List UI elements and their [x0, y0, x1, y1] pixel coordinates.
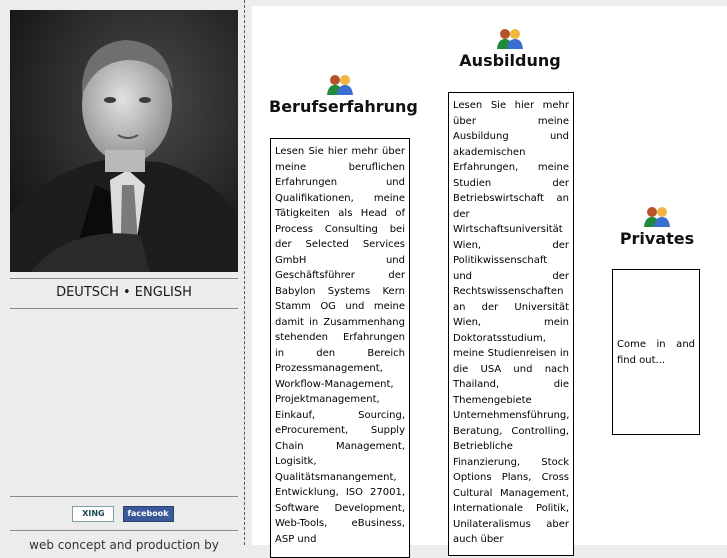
berufserfahrung-text: Lesen Sie hier mehr über meine beruflich… [270, 138, 410, 558]
language-links[interactable]: DEUTSCH • ENGLISH [10, 285, 238, 300]
people-icon [644, 207, 670, 227]
main-content: Berufserfahrung Lesen Sie hier mehr über… [252, 6, 727, 558]
people-icon [497, 29, 523, 49]
section-title[interactable]: Privates [613, 229, 701, 248]
separator [10, 278, 238, 279]
privates-text: Come in and find out... [617, 339, 695, 366]
section-ausbildung[interactable]: Ausbildung [448, 27, 572, 70]
separator [10, 496, 238, 497]
portrait-image [10, 10, 238, 272]
social-links: XING facebook [0, 503, 246, 522]
separator [10, 530, 238, 531]
section-title[interactable]: Berufserfahrung [269, 97, 418, 116]
section-privates[interactable]: Privates [613, 205, 701, 248]
section-title[interactable]: Ausbildung [448, 51, 572, 70]
privates-box: Come in and find out... [612, 269, 700, 435]
facebook-button[interactable]: facebook [122, 505, 174, 522]
separator [10, 308, 238, 309]
portrait-photo [10, 10, 238, 272]
sidebar: DEUTSCH • ENGLISH XING facebook web conc… [0, 0, 246, 552]
section-berufserfahrung[interactable]: Berufserfahrung [269, 73, 418, 116]
credits-text: web concept and production by [29, 538, 219, 552]
vertical-divider [244, 0, 245, 545]
xing-button[interactable]: XING [72, 505, 115, 522]
people-icon [327, 75, 353, 95]
ausbildung-text: Lesen Sie hier mehr über meine Ausbildun… [448, 92, 574, 556]
